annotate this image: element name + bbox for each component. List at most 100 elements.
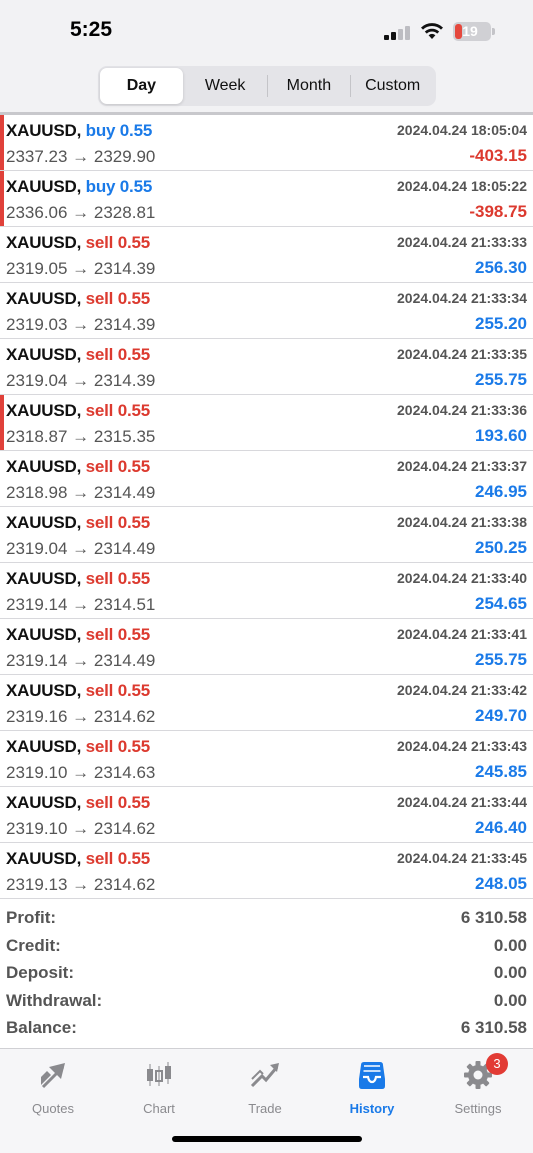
- segment-day[interactable]: Day: [100, 68, 183, 104]
- trade-side: sell 0.55: [85, 457, 151, 476]
- trade-time: 2024.04.24 21:33:45: [397, 850, 527, 866]
- tab-quotes[interactable]: Quotes: [3, 1057, 103, 1117]
- trade-row[interactable]: XAUUSD, sell 0.55 2024.04.24 21:33:37 2318…: [0, 451, 533, 507]
- status-bar: 5:25 19: [0, 0, 533, 62]
- trade-history-list: XAUUSD, buy 0.55 2024.04.24 18:05:04 2337.…: [0, 115, 533, 899]
- symbol-text: XAUUSD,: [6, 289, 82, 308]
- trade-symbol: XAUUSD, sell 0.55: [6, 793, 150, 813]
- tab-chart[interactable]: Chart: [109, 1057, 209, 1117]
- trade-symbol: XAUUSD, sell 0.55: [6, 625, 150, 645]
- trade-row[interactable]: XAUUSD, sell 0.55 2024.04.24 21:33:36 2318…: [0, 395, 533, 451]
- trade-prices: 2319.13 → 2314.62: [6, 875, 156, 894]
- tab-label: History: [349, 1101, 395, 1116]
- trade-time: 2024.04.24 21:33:43: [397, 738, 527, 754]
- symbol-text: XAUUSD,: [6, 513, 82, 532]
- trade-row[interactable]: XAUUSD, buy 0.55 2024.04.24 18:05:22 2336.…: [0, 171, 533, 227]
- trade-profit: 255.75: [475, 370, 527, 389]
- home-indicator[interactable]: [172, 1136, 362, 1142]
- trade-time: 2024.04.24 21:33:41: [397, 626, 527, 642]
- trade-side: sell 0.55: [85, 849, 151, 868]
- account-summary: Profit: 6 310.58 Credit: 0.00 Deposit: 0.00 Wi…: [0, 906, 533, 1044]
- chart-icon: [147, 1062, 171, 1086]
- trade-side: sell 0.55: [85, 345, 151, 364]
- trade-prices: 2319.16 → 2314.62: [6, 707, 156, 726]
- trade-side: sell 0.55: [85, 569, 151, 588]
- trade-row[interactable]: XAUUSD, sell 0.55 2024.04.24 21:33:45 2319…: [0, 843, 533, 899]
- trade-profit: 254.65: [475, 594, 527, 613]
- trade-side: sell 0.55: [85, 289, 151, 308]
- segment-week[interactable]: Week: [184, 68, 267, 104]
- trade-side: sell 0.55: [85, 737, 151, 756]
- trade-side: buy 0.55: [85, 177, 153, 196]
- quotes-icon: [41, 1063, 65, 1089]
- trade-side: buy 0.55: [85, 121, 153, 140]
- trade-prices: 2318.87 → 2315.35: [6, 427, 156, 446]
- trade-row[interactable]: XAUUSD, sell 0.55 2024.04.24 21:33:40 2319…: [0, 563, 533, 619]
- trade-row[interactable]: XAUUSD, sell 0.55 2024.04.24 21:33:43 2319…: [0, 731, 533, 787]
- trade-prices: 2319.14 → 2314.49: [6, 651, 156, 670]
- tab-settings[interactable]: 3 Settings: [428, 1053, 528, 1117]
- battery-icon: 19: [453, 22, 495, 41]
- trade-time: 2024.04.24 21:33:37: [397, 458, 527, 474]
- trade-prices: 2319.10 → 2314.63: [6, 763, 156, 782]
- trade-row[interactable]: XAUUSD, sell 0.55 2024.04.24 21:33:42 2319…: [0, 675, 533, 731]
- tab-label: Quotes: [32, 1101, 74, 1116]
- trade-symbol: XAUUSD, sell 0.55: [6, 849, 150, 869]
- symbol-text: XAUUSD,: [6, 345, 82, 364]
- summary-label: Deposit:: [6, 963, 74, 983]
- cellular-signal-icon: [384, 24, 412, 40]
- trade-symbol: XAUUSD, buy 0.55: [6, 121, 152, 141]
- trade-symbol: XAUUSD, sell 0.55: [6, 289, 150, 309]
- trade-time: 2024.04.24 21:33:42: [397, 682, 527, 698]
- trade-side: sell 0.55: [85, 625, 151, 644]
- summary-row: Balance: 6 310.58: [0, 1016, 533, 1044]
- trade-profit: -398.75: [469, 202, 527, 221]
- trade-row[interactable]: XAUUSD, sell 0.55 2024.04.24 21:33:35 2319…: [0, 339, 533, 395]
- trade-prices: 2319.05 → 2314.39: [6, 259, 156, 278]
- trade-time: 2024.04.24 21:33:44: [397, 794, 527, 810]
- trade-profit: 249.70: [475, 706, 527, 725]
- trade-row[interactable]: XAUUSD, sell 0.55 2024.04.24 21:33:34 2319…: [0, 283, 533, 339]
- trade-symbol: XAUUSD, buy 0.55: [6, 177, 152, 197]
- history-icon: [359, 1062, 385, 1089]
- trade-row[interactable]: XAUUSD, sell 0.55 2024.04.24 21:33:41 2319…: [0, 619, 533, 675]
- summary-label: Credit:: [6, 935, 61, 955]
- trade-profit: 255.75: [475, 650, 527, 669]
- trade-row[interactable]: XAUUSD, sell 0.55 2024.04.24 21:33:44 2319…: [0, 787, 533, 843]
- trade-icon: [250, 1063, 279, 1088]
- symbol-text: XAUUSD,: [6, 401, 82, 420]
- summary-value: 0.00: [493, 990, 527, 1010]
- trade-marker: [0, 395, 4, 450]
- summary-value: 6 310.58: [460, 908, 527, 927]
- trade-side: sell 0.55: [85, 233, 151, 252]
- trade-time: 2024.04.24 21:33:38: [397, 514, 527, 530]
- trade-row[interactable]: XAUUSD, sell 0.55 2024.04.24 21:33:38 2319…: [0, 507, 533, 563]
- trade-time: 2024.04.24 21:33:40: [397, 570, 527, 586]
- symbol-text: XAUUSD,: [6, 681, 82, 700]
- tab-trade[interactable]: Trade: [215, 1057, 315, 1117]
- trade-row[interactable]: XAUUSD, buy 0.55 2024.04.24 18:05:04 2337.…: [0, 115, 533, 171]
- summary-label: Balance:: [6, 1018, 77, 1038]
- tab-history[interactable]: History: [322, 1057, 422, 1117]
- summary-label: Withdrawal:: [6, 990, 103, 1010]
- summary-row: Profit: 6 310.58: [0, 906, 533, 934]
- trade-symbol: XAUUSD, sell 0.55: [6, 457, 150, 477]
- trade-time: 2024.04.24 21:33:35: [397, 346, 527, 362]
- trade-row[interactable]: XAUUSD, sell 0.55 2024.04.24 21:33:33 2319…: [0, 227, 533, 283]
- symbol-text: XAUUSD,: [6, 849, 82, 868]
- trade-side: sell 0.55: [85, 513, 151, 532]
- trade-profit: 246.95: [475, 482, 527, 501]
- segment-month[interactable]: Month: [268, 68, 351, 104]
- trade-profit: 250.25: [475, 538, 527, 557]
- trade-profit: 245.85: [475, 762, 527, 781]
- summary-row: Deposit: 0.00: [0, 961, 533, 989]
- trade-symbol: XAUUSD, sell 0.55: [6, 401, 150, 421]
- trade-symbol: XAUUSD, sell 0.55: [6, 681, 150, 701]
- segment-custom[interactable]: Custom: [351, 68, 434, 104]
- symbol-text: XAUUSD,: [6, 233, 82, 252]
- trade-symbol: XAUUSD, sell 0.55: [6, 345, 150, 365]
- trade-prices: 2319.10 → 2314.62: [6, 819, 156, 838]
- symbol-text: XAUUSD,: [6, 457, 82, 476]
- trade-prices: 2337.23 → 2329.90: [6, 147, 156, 166]
- tab-label: Settings: [454, 1101, 502, 1116]
